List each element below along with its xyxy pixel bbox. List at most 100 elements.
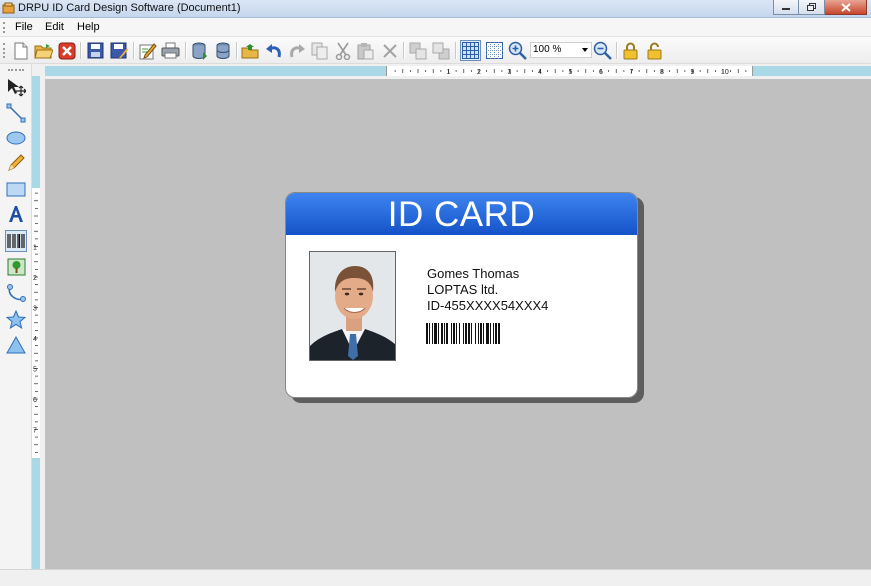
close-button[interactable] bbox=[825, 0, 867, 15]
ruler-label: 1 bbox=[33, 245, 37, 252]
close-document-button[interactable] bbox=[56, 40, 77, 61]
paste-button[interactable] bbox=[355, 40, 376, 61]
barcode-bar bbox=[456, 323, 457, 344]
rectangle-icon bbox=[6, 182, 26, 196]
picture-icon bbox=[7, 258, 25, 276]
line-tool[interactable] bbox=[5, 102, 27, 124]
curve-icon bbox=[7, 284, 26, 302]
id-card[interactable]: ID CARD Gomes Thomas LOPTAS ltd. ID-455X… bbox=[285, 192, 638, 398]
redo-button[interactable] bbox=[286, 40, 307, 61]
open-folder-icon bbox=[34, 43, 53, 58]
minimize-button[interactable] bbox=[773, 0, 799, 15]
new-button[interactable] bbox=[10, 40, 31, 61]
save-icon bbox=[87, 42, 104, 59]
menu-edit[interactable]: Edit bbox=[45, 21, 64, 33]
barcode-bar bbox=[446, 323, 448, 344]
card-id-number[interactable]: ID-455XXXX54XXX4 bbox=[427, 298, 548, 313]
toolbar-separator bbox=[403, 42, 404, 59]
menu-file[interactable]: File bbox=[15, 21, 33, 33]
lock-icon bbox=[623, 42, 638, 59]
ruler-label: 3 bbox=[33, 306, 37, 313]
select-tool[interactable] bbox=[5, 77, 27, 99]
toolbar-separator bbox=[236, 42, 237, 59]
ruler-label: 10 bbox=[721, 69, 729, 76]
print-button[interactable] bbox=[160, 40, 181, 61]
delete-icon bbox=[382, 43, 397, 58]
barcode-bar bbox=[475, 323, 476, 344]
card-barcode[interactable] bbox=[426, 323, 541, 344]
toolbar-separator bbox=[80, 42, 81, 59]
ellipse-icon bbox=[6, 131, 26, 145]
barcode-bar bbox=[444, 323, 445, 344]
star-tool[interactable] bbox=[5, 308, 27, 330]
paste-icon bbox=[357, 42, 374, 59]
ruler-label: 6 bbox=[33, 397, 37, 404]
text-icon bbox=[9, 206, 23, 222]
redo-icon bbox=[289, 43, 305, 57]
zoom-in-icon bbox=[508, 41, 527, 60]
unlock-button[interactable] bbox=[644, 40, 665, 61]
send-backward-button[interactable] bbox=[430, 40, 451, 61]
copy-button[interactable] bbox=[309, 40, 330, 61]
open-image-button[interactable] bbox=[240, 40, 261, 61]
open-button[interactable] bbox=[33, 40, 54, 61]
card-holder-name[interactable]: Gomes Thomas bbox=[427, 266, 519, 281]
undo-button[interactable] bbox=[263, 40, 284, 61]
toolbar-separator bbox=[455, 42, 456, 59]
rectangle-tool[interactable] bbox=[5, 178, 27, 200]
barcode-bar bbox=[434, 323, 437, 344]
card-title[interactable]: ID CARD bbox=[286, 195, 637, 235]
save-button[interactable] bbox=[85, 40, 106, 61]
barcode-bar bbox=[468, 323, 470, 344]
delete-button[interactable] bbox=[379, 40, 400, 61]
ruler-label: 2 bbox=[33, 275, 37, 282]
database-button[interactable] bbox=[212, 40, 233, 61]
curve-tool[interactable] bbox=[5, 282, 27, 304]
save-as-icon bbox=[110, 42, 128, 59]
barcode-bar bbox=[480, 323, 482, 344]
zoom-out-icon bbox=[593, 41, 612, 60]
cut-button[interactable] bbox=[332, 40, 353, 61]
pencil-tool[interactable] bbox=[5, 152, 27, 174]
triangle-tool[interactable] bbox=[5, 334, 27, 356]
zoom-value: 100 % bbox=[533, 44, 562, 55]
ellipse-tool[interactable] bbox=[5, 127, 27, 149]
menu-help[interactable]: Help bbox=[77, 21, 100, 33]
grid-icon bbox=[462, 42, 479, 59]
snap-grid-button[interactable] bbox=[484, 40, 505, 61]
card-company[interactable]: LOPTAS ltd. bbox=[427, 282, 498, 297]
lock-button[interactable] bbox=[620, 40, 641, 61]
bring-forward-button[interactable] bbox=[407, 40, 428, 61]
vertical-ruler-scale: 12345678 bbox=[33, 192, 38, 465]
ruler-label: 7 bbox=[630, 69, 634, 76]
ruler-label: 4 bbox=[538, 69, 542, 76]
portrait-photo[interactable] bbox=[309, 251, 396, 361]
zoom-select[interactable]: 100 % bbox=[530, 42, 592, 58]
portrait-image bbox=[310, 252, 395, 360]
zoom-out-button[interactable] bbox=[592, 40, 613, 61]
edit-button[interactable] bbox=[137, 40, 158, 61]
ruler-label: 9 bbox=[691, 69, 695, 76]
barcode-bar bbox=[432, 323, 433, 344]
save-as-button[interactable] bbox=[108, 40, 129, 61]
drawing-tools-panel bbox=[0, 64, 32, 569]
window-title: DRPU ID Card Design Software (Document1) bbox=[18, 2, 241, 14]
edit-document-icon bbox=[139, 42, 157, 59]
restore-icon bbox=[806, 3, 816, 11]
ruler-label: 6 bbox=[599, 69, 603, 76]
barcode-bar bbox=[493, 323, 494, 344]
barcode-tool[interactable] bbox=[5, 230, 27, 252]
tools-grip bbox=[8, 69, 24, 71]
main-toolbar bbox=[0, 37, 871, 64]
pencil-icon bbox=[8, 154, 25, 171]
close-icon bbox=[840, 2, 851, 12]
text-tool[interactable] bbox=[5, 203, 27, 225]
maximize-button[interactable] bbox=[799, 0, 825, 15]
ruler-label: 11 bbox=[752, 69, 753, 76]
barcode-icon bbox=[7, 234, 25, 248]
zoom-in-button[interactable] bbox=[507, 40, 528, 61]
grid-button[interactable] bbox=[460, 40, 481, 61]
import-data-button[interactable] bbox=[189, 40, 210, 61]
image-tool[interactable] bbox=[5, 256, 27, 278]
chevron-down-icon bbox=[582, 48, 588, 52]
